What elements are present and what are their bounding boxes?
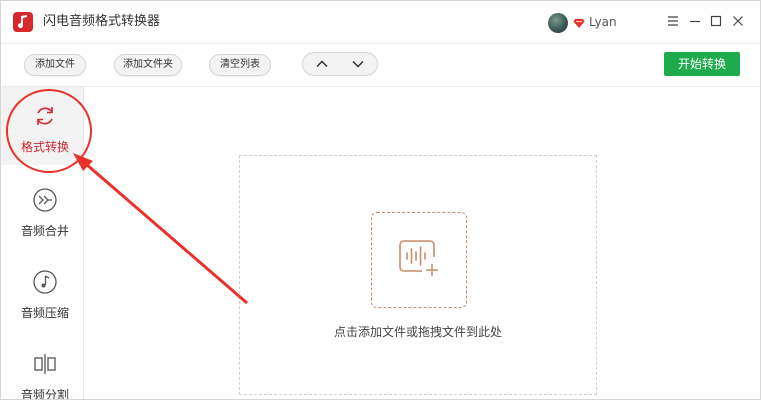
move-down-button[interactable]: [340, 53, 376, 75]
username[interactable]: Lyan: [589, 14, 617, 30]
move-buttons: [302, 52, 378, 76]
title-bar: 闪电音频格式转换器 Lyan: [1, 1, 760, 44]
chevron-up-icon: [316, 60, 328, 68]
app-title: 闪电音频格式转换器: [43, 14, 161, 29]
clear-list-button[interactable]: 清空列表: [209, 54, 271, 76]
sidebar-item-audio-merge[interactable]: 音频合并: [1, 171, 83, 249]
minimize-icon[interactable]: [687, 13, 703, 29]
drop-hint-text: 点击添加文件或拖拽文件到此处: [333, 325, 502, 339]
main-content: 点击添加文件或拖拽文件到此处: [84, 87, 760, 399]
add-folder-button[interactable]: 添加文件夹: [114, 54, 182, 76]
sidebar-item-label: 音频压缩: [20, 306, 69, 320]
menu-icon[interactable]: [665, 13, 681, 29]
close-icon[interactable]: [730, 13, 746, 29]
add-file-button[interactable]: 添加文件: [24, 54, 86, 76]
app-window: 闪电音频格式转换器 Lyan 添加文件 添加文件夹 清空列表 开始转换 格式转换…: [0, 0, 761, 400]
move-up-button[interactable]: [304, 53, 340, 75]
split-icon: [34, 354, 56, 374]
sidebar-item-label: 音频合并: [20, 224, 69, 238]
start-convert-button[interactable]: 开始转换: [664, 52, 740, 76]
avatar[interactable]: [548, 13, 568, 33]
sidebar-item-audio-split[interactable]: 音频分割: [1, 335, 83, 399]
add-audio-button[interactable]: [371, 212, 467, 308]
annotation-circle: [6, 89, 92, 173]
sidebar-item-audio-compress[interactable]: 音频压缩: [1, 253, 83, 331]
music-note-icon: [33, 270, 57, 294]
vip-diamond-icon: [573, 19, 585, 28]
merge-icon: [33, 188, 57, 212]
toolbar: 添加文件 添加文件夹 清空列表 开始转换: [1, 44, 760, 87]
app-logo-icon: [13, 12, 33, 32]
add-audio-icon: [399, 240, 438, 276]
maximize-icon[interactable]: [708, 13, 724, 29]
chevron-down-icon: [352, 60, 364, 68]
sidebar-item-label: 音频分割: [20, 388, 69, 400]
drop-zone[interactable]: 点击添加文件或拖拽文件到此处: [239, 155, 597, 395]
